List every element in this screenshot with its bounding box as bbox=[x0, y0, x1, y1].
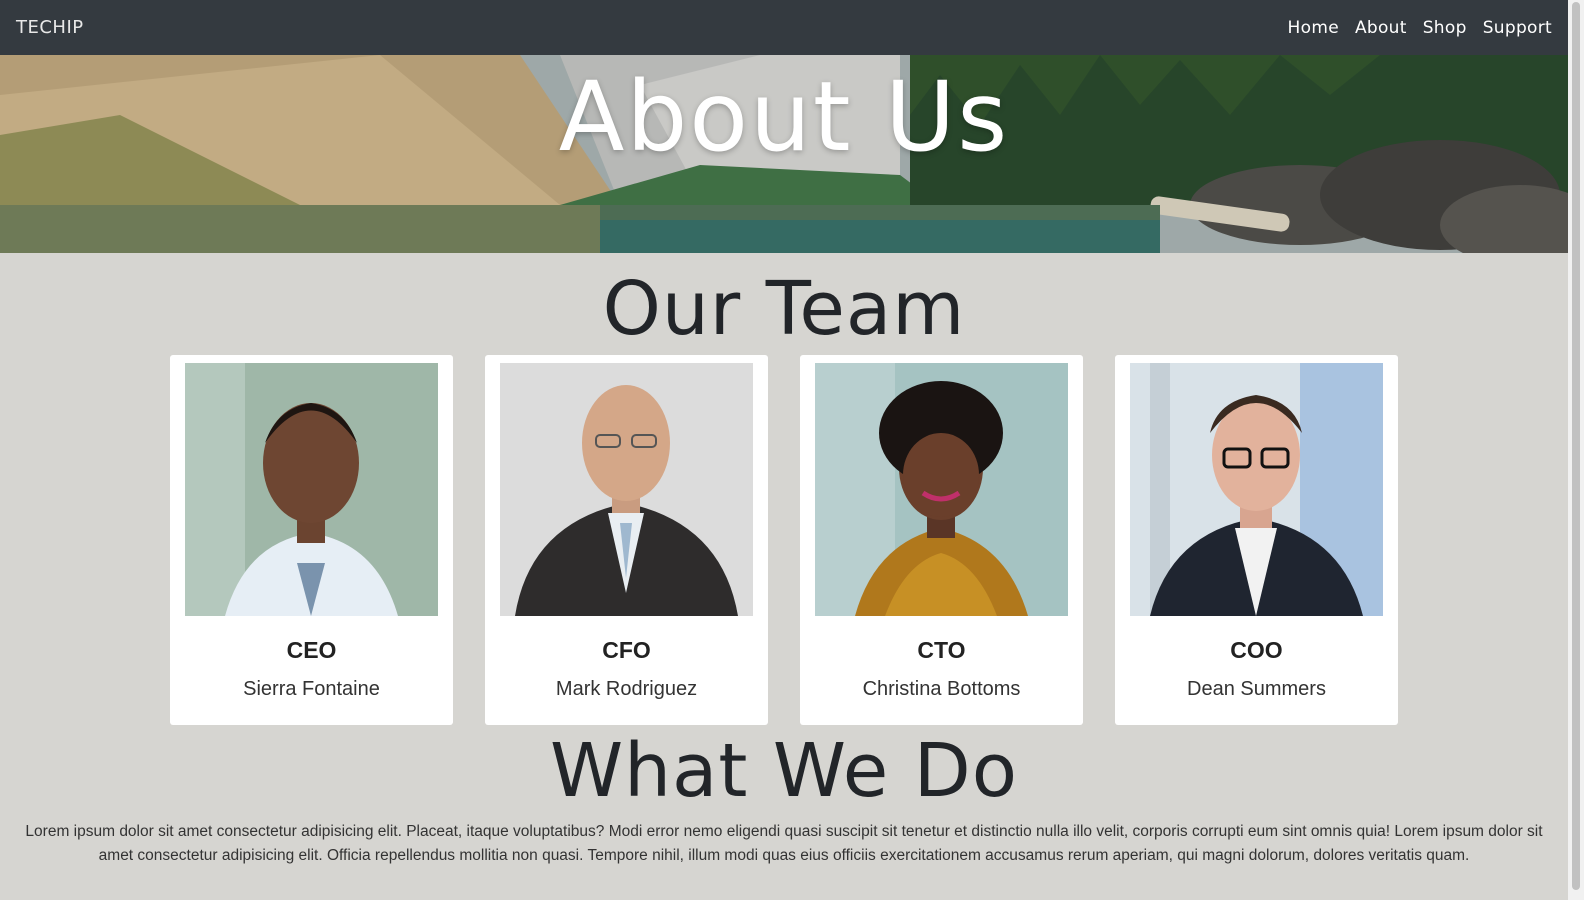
what-we-do-paragraph: Lorem ipsum dolor sit amet consectetur a… bbox=[25, 823, 1543, 864]
hero-title: About Us bbox=[558, 61, 1010, 173]
team-card-cto: CTO Christina Bottoms bbox=[800, 355, 1083, 725]
nav-link-home[interactable]: Home bbox=[1288, 18, 1339, 38]
navbar: TECHIP Home About Shop Support bbox=[0, 0, 1568, 55]
team-card-coo: COO Dean Summers bbox=[1115, 355, 1398, 725]
team-member-name: Sierra Fontaine bbox=[243, 678, 380, 700]
team-card-ceo: CEO Sierra Fontaine bbox=[170, 355, 453, 725]
nav-link-support[interactable]: Support bbox=[1483, 18, 1552, 38]
what-we-do-title: What We Do bbox=[549, 728, 1019, 814]
scrollbar-thumb[interactable] bbox=[1572, 2, 1580, 890]
brand-logo[interactable]: TECHIP bbox=[16, 17, 84, 38]
team-role: CTO bbox=[917, 637, 966, 663]
team-role: COO bbox=[1230, 637, 1283, 663]
team-role: CEO bbox=[286, 637, 337, 663]
nav-link-shop[interactable]: Shop bbox=[1423, 18, 1467, 38]
hero-banner: About Us bbox=[0, 55, 1568, 253]
team-member-name: Mark Rodriguez bbox=[555, 678, 698, 700]
team-photo-ceo bbox=[185, 363, 438, 616]
team-card-cfo: CFO Mark Rodriguez bbox=[485, 355, 768, 725]
team-member-name: Christina Bottoms bbox=[862, 678, 1021, 700]
team-photo-cfo bbox=[500, 363, 753, 616]
team-role: CFO bbox=[602, 637, 651, 663]
team-photo-cto bbox=[815, 363, 1068, 616]
team-photo-coo bbox=[1130, 363, 1383, 616]
nav-link-about[interactable]: About bbox=[1355, 18, 1407, 38]
page-scrollbar[interactable] bbox=[1568, 0, 1584, 900]
team-member-name: Dean Summers bbox=[1187, 678, 1326, 700]
team-section-title: Our Team bbox=[602, 266, 966, 352]
nav-links: Home About Shop Support bbox=[1288, 18, 1552, 38]
